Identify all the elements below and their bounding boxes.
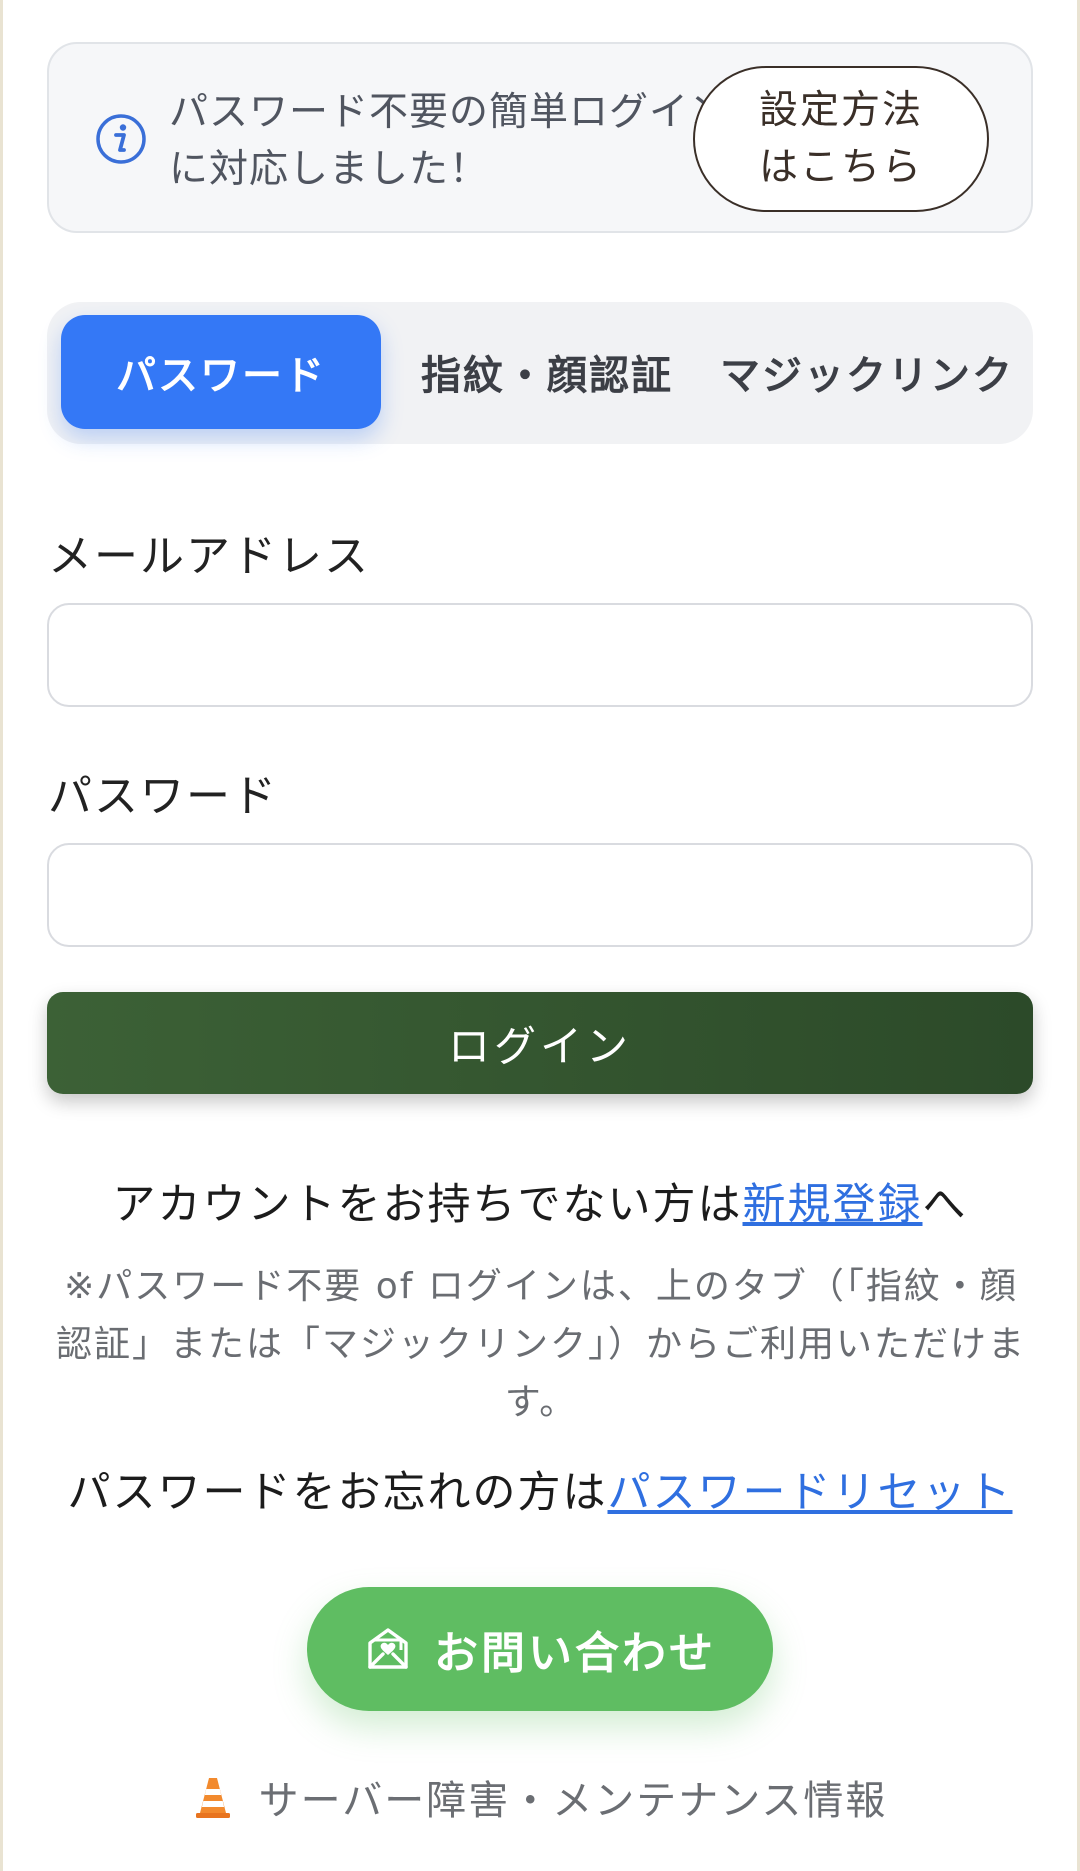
register-link[interactable]: 新規登録 <box>743 1180 923 1230</box>
password-label: パスワード <box>48 771 278 822</box>
traffic-cone-icon <box>195 1778 230 1818</box>
notice-text: パスワード不要の簡単ログインに対応しました！ <box>169 90 730 192</box>
server-status-link[interactable]: サーバー障害・メンテナンス情報 <box>0 1768 1080 1826</box>
mail-heart-icon <box>368 1628 408 1669</box>
contact-button[interactable]: お問い合わせ <box>307 1587 773 1711</box>
passwordless-notice-banner: パスワード不要の簡単ログインに対応しました！ 設定方法はこちら <box>47 42 1033 233</box>
passwordless-note: ※パスワード不要 of ログインは、上のタブ（「指紋・顔認証」または「マジックリ… <box>56 1266 1027 1423</box>
tab-biometric[interactable]: 指紋・顔認証 <box>387 315 707 429</box>
login-method-tabs: パスワード 指紋・顔認証 マジックリンク <box>47 302 1033 444</box>
email-label: メールアドレス <box>48 531 370 582</box>
contact-button-label: お問い合わせ <box>434 1628 716 1679</box>
password-field[interactable] <box>47 843 1033 947</box>
login-button[interactable]: ログイン <box>47 992 1033 1094</box>
register-prompt-text: アカウントをお持ちでない方は <box>112 1180 743 1230</box>
server-status-label: サーバー障害・メンテナンス情報 <box>258 1778 888 1824</box>
setup-instructions-button[interactable]: 設定方法はこちら <box>693 66 989 212</box>
frame-edge-left <box>0 0 3 1871</box>
password-reset-prompt: パスワードをお忘れの方はパスワードリセット <box>0 1458 1080 1520</box>
info-circle-icon <box>96 114 146 164</box>
tab-password[interactable]: パスワード <box>61 315 381 429</box>
reset-prompt-text: パスワードをお忘れの方は <box>67 1468 608 1518</box>
register-prompt: アカウントをお持ちでない方は新規登録へ <box>0 1170 1080 1232</box>
email-field[interactable] <box>47 603 1033 707</box>
register-suffix: へ <box>922 1180 968 1230</box>
tab-magic-link[interactable]: マジックリンク <box>707 315 1027 429</box>
password-reset-link[interactable]: パスワードリセット <box>608 1468 1013 1518</box>
